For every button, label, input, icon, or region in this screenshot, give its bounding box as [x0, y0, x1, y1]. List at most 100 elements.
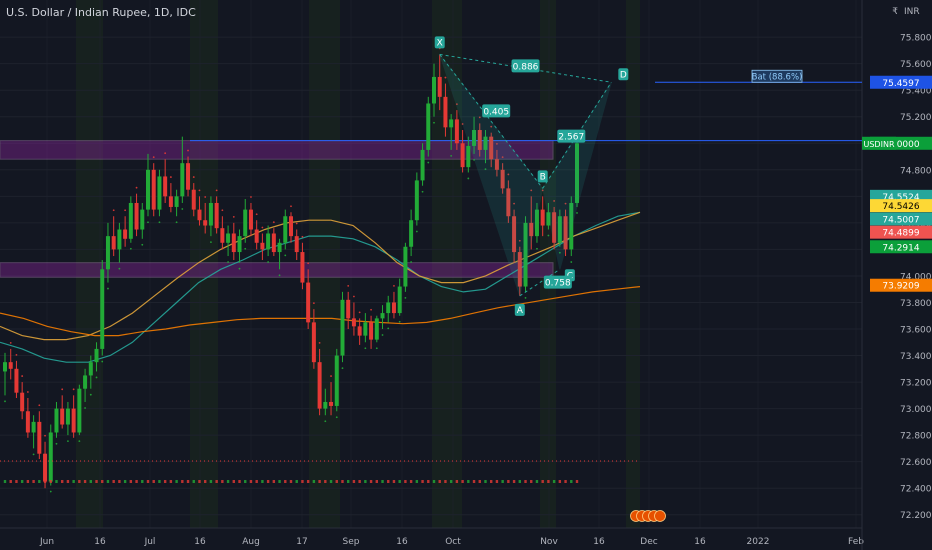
candle-body: [3, 362, 7, 372]
psar-dot: [318, 342, 321, 344]
signal-marker: [204, 480, 207, 483]
chart-canvas[interactable]: 75.800075.600075.400075.200075.000074.80…: [0, 0, 932, 550]
candle-body: [134, 202, 139, 230]
psar-dot: [353, 295, 355, 298]
candle-body: [100, 269, 105, 349]
psar-dot: [198, 189, 201, 192]
candle-body: [65, 408, 70, 425]
signal-marker: [501, 480, 504, 483]
signal-marker: [438, 480, 441, 483]
candle-body: [140, 209, 145, 230]
signal-marker: [358, 480, 361, 483]
signal-marker: [484, 480, 487, 483]
supply-demand-zone: [0, 262, 554, 278]
signal-marker: [278, 480, 281, 483]
signal-marker: [535, 480, 539, 483]
signal-marker: [461, 480, 464, 483]
psar-dot: [221, 209, 224, 212]
candle-body: [31, 421, 36, 433]
psar-dot: [335, 416, 338, 419]
psar-dot: [84, 407, 86, 409]
candle-body: [266, 233, 271, 250]
signal-marker: [175, 480, 178, 483]
signal-marker: [152, 480, 155, 483]
candle-body: [123, 229, 128, 239]
signal-marker: [415, 480, 419, 483]
candle-body: [374, 318, 379, 340]
candle-body: [357, 326, 362, 336]
signal-marker: [478, 480, 481, 483]
signal-marker: [221, 480, 224, 483]
candle-body: [283, 216, 288, 243]
psar-dot: [255, 213, 258, 216]
candle-body: [426, 103, 431, 150]
candle-body: [317, 362, 322, 409]
candle-body: [226, 233, 231, 243]
candle-body: [311, 322, 316, 363]
psar-dot: [107, 287, 109, 290]
candle-body: [454, 119, 459, 144]
psar-dot: [347, 284, 350, 287]
psar-dot: [284, 254, 287, 257]
signal-marker: [409, 480, 413, 483]
signal-marker: [558, 480, 562, 483]
candle-body: [14, 368, 19, 393]
pattern-ratio-label: 0.886: [513, 62, 539, 72]
y-tick-label: 75.8000: [900, 34, 932, 44]
signal-marker: [369, 480, 373, 483]
candle-body: [208, 202, 213, 226]
signal-marker: [364, 480, 367, 483]
psar-dot: [398, 320, 401, 323]
psar-dot: [238, 267, 241, 270]
signal-marker: [352, 480, 356, 483]
y-tick-label: 73.0000: [900, 405, 932, 415]
psar-dot: [135, 186, 138, 189]
candle-body: [443, 96, 448, 128]
signal-marker: [135, 480, 138, 483]
symbol-tag-label: USDINR: [864, 140, 895, 149]
signal-marker: [306, 480, 310, 483]
psar-dot: [536, 247, 538, 250]
candle-body: [8, 362, 13, 369]
candle-body: [163, 176, 168, 197]
psar-dot: [21, 375, 24, 377]
psar-dot: [72, 388, 75, 391]
candle-body: [449, 119, 454, 128]
x-tick-label: Sep: [343, 537, 360, 547]
psar-dot: [576, 212, 578, 214]
signal-marker: [272, 480, 276, 483]
signal-marker: [238, 480, 241, 483]
price-label-value: 73.9209: [882, 282, 919, 292]
candle-body: [214, 202, 219, 229]
signal-marker: [15, 480, 18, 483]
price-label-value: 74.5426: [882, 202, 919, 212]
psar-dot: [175, 221, 178, 224]
signal-marker: [61, 480, 64, 483]
currency-prefix: ₹: [892, 7, 898, 17]
x-tick-label: Aug: [242, 537, 260, 547]
signal-marker: [289, 480, 293, 483]
signal-marker: [49, 480, 52, 483]
signal-marker: [20, 480, 24, 483]
candle-body: [20, 392, 25, 412]
candle-body: [111, 236, 116, 250]
psar-dot: [570, 261, 573, 263]
signal-marker: [169, 480, 173, 483]
candle-body: [174, 196, 179, 207]
psar-dot: [32, 453, 35, 456]
signal-marker: [32, 480, 35, 483]
psar-dot: [312, 302, 315, 305]
signal-marker: [387, 480, 390, 483]
psar-dot: [67, 440, 69, 443]
candle-body: [37, 421, 42, 454]
psar-dot: [387, 327, 390, 330]
price-label-value: 75.4597: [882, 79, 919, 89]
signal-marker: [261, 480, 264, 483]
candle-body: [334, 355, 339, 406]
candle-body: [237, 236, 242, 253]
x-tick-label: 16: [194, 537, 206, 547]
psar-dot: [4, 400, 6, 403]
candle-body: [369, 322, 374, 340]
signal-marker: [66, 480, 70, 483]
pattern-ratio-label: 2.567: [558, 133, 584, 143]
